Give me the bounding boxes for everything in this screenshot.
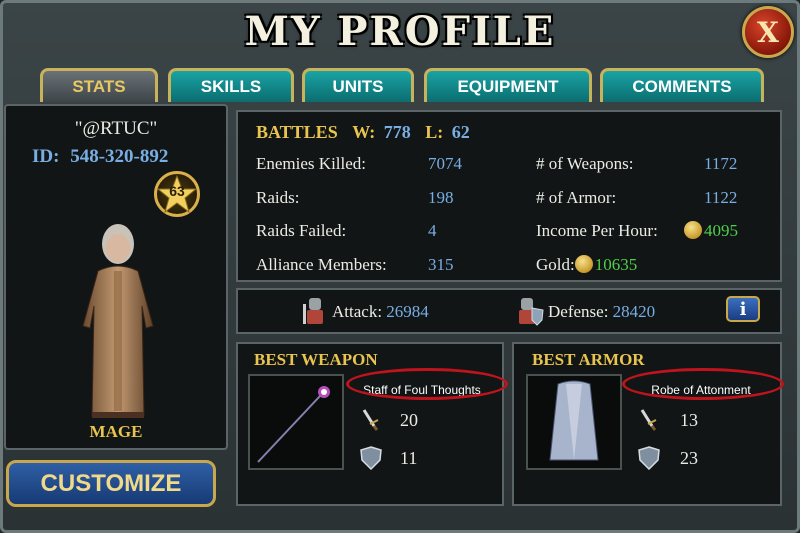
best-weapon-panel: BEST WEAPON Staff of Foul Thoughts 20 11	[236, 342, 504, 506]
gold-label: Gold:	[536, 255, 575, 274]
stat-label: # of Armor:	[536, 188, 617, 207]
stat-value: 1122	[704, 188, 738, 207]
attack-value: 26984	[386, 302, 429, 321]
stat-value: 315	[428, 255, 454, 274]
mage-character-image	[82, 224, 154, 418]
shield-icon	[638, 446, 660, 470]
info-button[interactable]: i	[726, 296, 760, 322]
tab-label: UNITS	[332, 76, 384, 96]
battles-label: BATTLES	[256, 122, 338, 142]
weapon-name-highlight	[346, 368, 508, 400]
weapon-image-frame	[248, 374, 344, 470]
tab-label: COMMENTS	[632, 76, 732, 96]
stat-value: 198	[428, 188, 454, 207]
best-armor-header: BEST ARMOR	[532, 350, 645, 369]
losses-value: 62	[451, 122, 470, 142]
sword-icon	[362, 409, 379, 431]
attack-label: Attack:	[332, 302, 383, 321]
gold-value: 10635	[594, 255, 638, 274]
player-id-value: 548-320-892	[70, 146, 169, 167]
stat-label: Raids Failed:	[256, 221, 347, 240]
defense-value: 28420	[612, 302, 656, 321]
weapon-attack-value: 20	[400, 410, 418, 430]
armor-attack-value: 13	[680, 410, 698, 430]
losses-label: L:	[425, 122, 444, 142]
level-value: 63	[169, 183, 185, 199]
close-icon: X	[757, 15, 779, 49]
income-row: 4095	[684, 221, 738, 241]
tab-label: EQUIPMENT	[457, 76, 559, 96]
battles-row: BATTLES W: 778 L: 62	[256, 122, 470, 143]
defense-label: Defense:	[548, 302, 609, 321]
gold-coin-icon	[574, 255, 593, 273]
armor-name-highlight	[622, 368, 784, 400]
attack-knight-icon	[303, 298, 323, 324]
tab-label: STATS	[72, 76, 126, 96]
tab-equipment[interactable]: EQUIPMENT	[424, 68, 592, 102]
tab-stats[interactable]: STATS	[40, 68, 158, 102]
tab-units[interactable]: UNITS	[302, 68, 414, 102]
page-title: MY PROFILE	[244, 8, 556, 55]
player-id-label: ID:	[32, 146, 60, 167]
defense-knight-icon	[519, 298, 544, 326]
stats-panel: BATTLES W: 778 L: 62 Enemies Killed: 707…	[236, 110, 782, 282]
class-name: MAGE	[89, 422, 143, 441]
close-button[interactable]: X	[742, 6, 794, 58]
customize-button[interactable]: CUSTOMIZE	[6, 460, 216, 507]
stat-label: Raids:	[256, 188, 300, 207]
stat-value: 4	[428, 221, 437, 240]
armor-image-frame	[526, 374, 622, 470]
income-value: 4095	[704, 221, 738, 240]
staff-weapon-image	[257, 386, 330, 463]
tab-skills[interactable]: SKILLS	[168, 68, 294, 102]
tab-comments[interactable]: COMMENTS	[600, 68, 764, 102]
stat-label: Enemies Killed:	[256, 154, 367, 173]
player-id: ID: 548-320-892	[32, 146, 168, 168]
info-icon: i	[739, 298, 747, 320]
best-weapon-header: BEST WEAPON	[254, 350, 378, 369]
stat-value: 1172	[704, 154, 738, 173]
player-name: "@RTUC"	[74, 118, 158, 139]
stat-label: Alliance Members:	[256, 255, 387, 274]
level-badge: 63	[154, 171, 200, 217]
gold-coin-icon	[684, 221, 702, 239]
combat-bar: Attack: 26984 Defense: 28420	[236, 288, 782, 334]
attack-stat: Attack: 26984	[332, 302, 429, 322]
character-panel: "@RTUC" ID: 548-320-892 MAGE	[4, 104, 228, 450]
income-label: Income Per Hour:	[536, 221, 658, 240]
armor-defense-value: 23	[680, 448, 698, 468]
stat-value: 7074	[428, 154, 462, 173]
gold-row: Gold: 10635	[536, 255, 637, 275]
shield-icon	[360, 446, 382, 470]
sword-icon	[640, 409, 657, 431]
robe-armor-image	[549, 380, 599, 461]
best-armor-panel: BEST ARMOR Robe of Attonment 13 23	[512, 342, 782, 506]
weapon-defense-value: 11	[400, 448, 418, 468]
wins-label: W:	[352, 122, 376, 142]
stat-label: # of Weapons:	[536, 154, 634, 173]
wins-value: 778	[383, 122, 411, 142]
tab-label: SKILLS	[200, 76, 262, 96]
defense-stat: Defense: 28420	[548, 302, 655, 322]
